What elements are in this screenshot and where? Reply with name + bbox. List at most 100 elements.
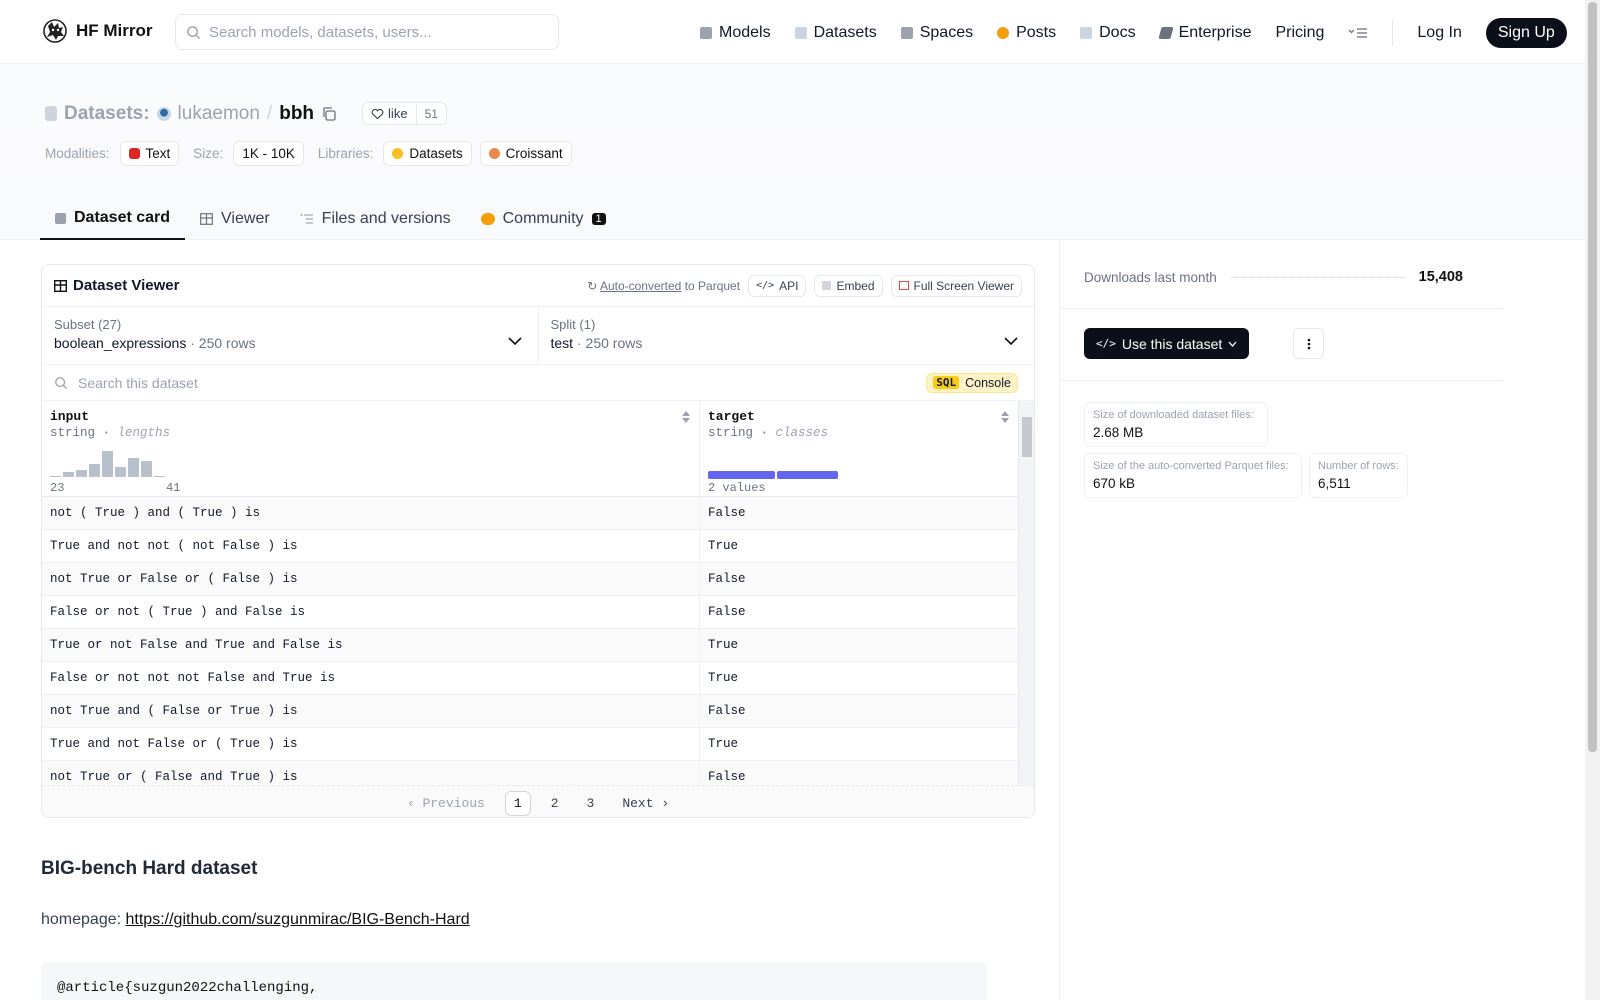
histogram-bar[interactable] [50, 476, 61, 477]
cell-input[interactable]: False or not not not False and True is [42, 662, 700, 694]
cell-input[interactable]: True and not False or ( True ) is [42, 728, 700, 760]
cell-input[interactable]: not True or False or ( False ) is [42, 563, 700, 595]
table-row[interactable]: False or not ( True ) and False is False [42, 596, 1034, 629]
api-button[interactable]: </> API [748, 274, 807, 297]
cell-target[interactable]: True [700, 629, 1018, 661]
cell-target[interactable]: False [700, 563, 1018, 595]
repo-name-link[interactable]: bbh [279, 103, 314, 125]
cell-target[interactable]: True [700, 662, 1018, 694]
like-toggle[interactable]: like [363, 103, 416, 124]
like-count[interactable]: 51 [415, 103, 446, 124]
repo-type-label[interactable]: Datasets: [64, 103, 150, 125]
histogram-bar[interactable] [141, 461, 152, 477]
next-page-button[interactable]: Next › [614, 792, 677, 815]
tab-dataset-card[interactable]: Dataset card [40, 198, 186, 240]
page-1-button[interactable]: 1 [504, 791, 531, 816]
page-scrollbar-thumb[interactable] [1588, 2, 1597, 752]
cell-target[interactable]: False [700, 761, 1018, 785]
tag-croissant[interactable]: Croissant [479, 141, 572, 166]
grid-table-icon [54, 279, 67, 292]
cell-input[interactable]: False or not ( True ) and False is [42, 596, 700, 628]
cell-target[interactable]: False [700, 497, 1018, 529]
cell-input[interactable]: not True or ( False and True ) is [42, 761, 700, 785]
table-row[interactable]: False or not not not False and True is Tr… [42, 662, 1034, 695]
homepage-link[interactable]: https://github.com/suzgunmirac/BIG-Bench… [126, 911, 470, 928]
sort-icon[interactable] [1000, 410, 1010, 424]
dataset-search[interactable]: SQL Console [42, 365, 1034, 401]
tag-size[interactable]: 1K - 10K [233, 141, 304, 166]
histogram-bar[interactable] [115, 467, 126, 477]
nav-spaces[interactable]: Spaces [900, 24, 973, 42]
sort-icon[interactable] [681, 410, 691, 424]
table-row[interactable]: True and not False or ( True ) is True [42, 728, 1034, 761]
histogram-bar[interactable] [128, 458, 139, 477]
histogram-bar[interactable] [102, 451, 113, 477]
subset-select[interactable]: Subset (27) boolean_expressions · 250 ro… [42, 307, 538, 364]
tab-viewer[interactable]: Viewer [185, 198, 285, 240]
cell-target[interactable]: True [700, 728, 1018, 760]
nav-posts[interactable]: Posts [997, 24, 1056, 42]
use-this-dataset-button[interactable]: </> Use this dataset [1084, 328, 1250, 359]
cell-input[interactable]: not True and ( False or True ) is [42, 695, 700, 727]
brand-logo[interactable]: HF Mirror [42, 18, 153, 44]
class-segment[interactable] [777, 471, 838, 479]
page-3-button[interactable]: 3 [579, 792, 603, 815]
nav-datasets[interactable]: Datasets [794, 24, 877, 42]
page-2-button[interactable]: 2 [543, 792, 567, 815]
histogram-bar[interactable] [63, 472, 74, 477]
column-name-target: target [708, 409, 755, 424]
auto-converted-note[interactable]: ↻ Auto-converted to Parquet [587, 279, 740, 293]
table-row[interactable]: not ( True ) and ( True ) is False [42, 497, 1034, 530]
table-row[interactable]: True or not False and True and False is T… [42, 629, 1034, 662]
cell-target[interactable]: False [700, 695, 1018, 727]
histogram-bar[interactable] [76, 470, 87, 477]
column-header-target[interactable]: target string · classes 2 values [700, 401, 1018, 496]
tab-community[interactable]: Community 1 [466, 198, 621, 240]
cell-input[interactable]: True or not False and True and False is [42, 629, 700, 661]
tag-text[interactable]: Text [119, 141, 180, 166]
nav-models[interactable]: Models [700, 24, 771, 42]
tab-files-and-versions[interactable]: Files and versions [285, 198, 466, 240]
table-row[interactable]: not True or False or ( False ) is False [42, 563, 1034, 596]
split-select[interactable]: Split (1) test · 250 rows [537, 307, 1035, 364]
table-row[interactable]: not True and ( False or True ) is False [42, 695, 1034, 728]
main-nav: Models Datasets Spaces Posts Docs Enterp… [700, 18, 1567, 48]
signup-button[interactable]: Sign Up [1485, 18, 1567, 48]
column-type-target-text: string [708, 426, 754, 440]
global-search-input[interactable] [209, 23, 539, 41]
like-button[interactable]: like 51 [362, 102, 447, 125]
owner-avatar [156, 106, 171, 121]
downloads-label: Downloads last month [1084, 269, 1217, 285]
more-menu-icon[interactable] [1348, 26, 1368, 40]
table-row[interactable]: not True or ( False and True ) is False [42, 761, 1034, 785]
table-scrollbar-thumb[interactable] [1022, 417, 1032, 457]
nav-pricing[interactable]: Pricing [1275, 24, 1324, 42]
table-row[interactable]: True and not not ( not False ) is True [42, 530, 1034, 563]
auto-converted-link[interactable]: Auto-converted [600, 279, 681, 293]
embed-button[interactable]: Embed [814, 274, 883, 297]
subset-label: Subset (27) [54, 317, 122, 332]
cell-target[interactable]: True [700, 530, 1018, 562]
nav-docs[interactable]: Docs [1080, 24, 1136, 42]
cell-input[interactable]: True and not not ( not False ) is [42, 530, 700, 562]
card-heading: BIG-bench Hard dataset [41, 858, 258, 879]
histogram-bar[interactable] [154, 476, 165, 477]
class-segment[interactable] [708, 471, 775, 479]
tag-datasets-lib[interactable]: Datasets [383, 141, 472, 166]
global-search[interactable] [175, 14, 559, 50]
histogram-bar[interactable] [89, 464, 100, 477]
cell-target[interactable]: False [700, 596, 1018, 628]
nav-enterprise[interactable]: Enterprise [1157, 24, 1251, 42]
table-scrollbar[interactable] [1018, 401, 1034, 785]
copy-icon[interactable] [321, 106, 337, 122]
login-link[interactable]: Log In [1417, 24, 1461, 42]
fullscreen-viewer-button[interactable]: Full Screen Viewer [890, 274, 1022, 297]
more-options-button[interactable] [1293, 328, 1324, 359]
page-scrollbar[interactable] [1585, 0, 1600, 1000]
previous-page-button[interactable]: ‹ Previous [399, 792, 493, 815]
repo-owner-link[interactable]: lukaemon [178, 103, 260, 125]
column-header-input[interactable]: input string · lengths 23 41 [42, 401, 700, 496]
sql-console-button[interactable]: SQL Console [926, 372, 1018, 393]
cell-input[interactable]: not ( True ) and ( True ) is [42, 497, 700, 529]
dataset-search-input[interactable] [78, 374, 878, 391]
